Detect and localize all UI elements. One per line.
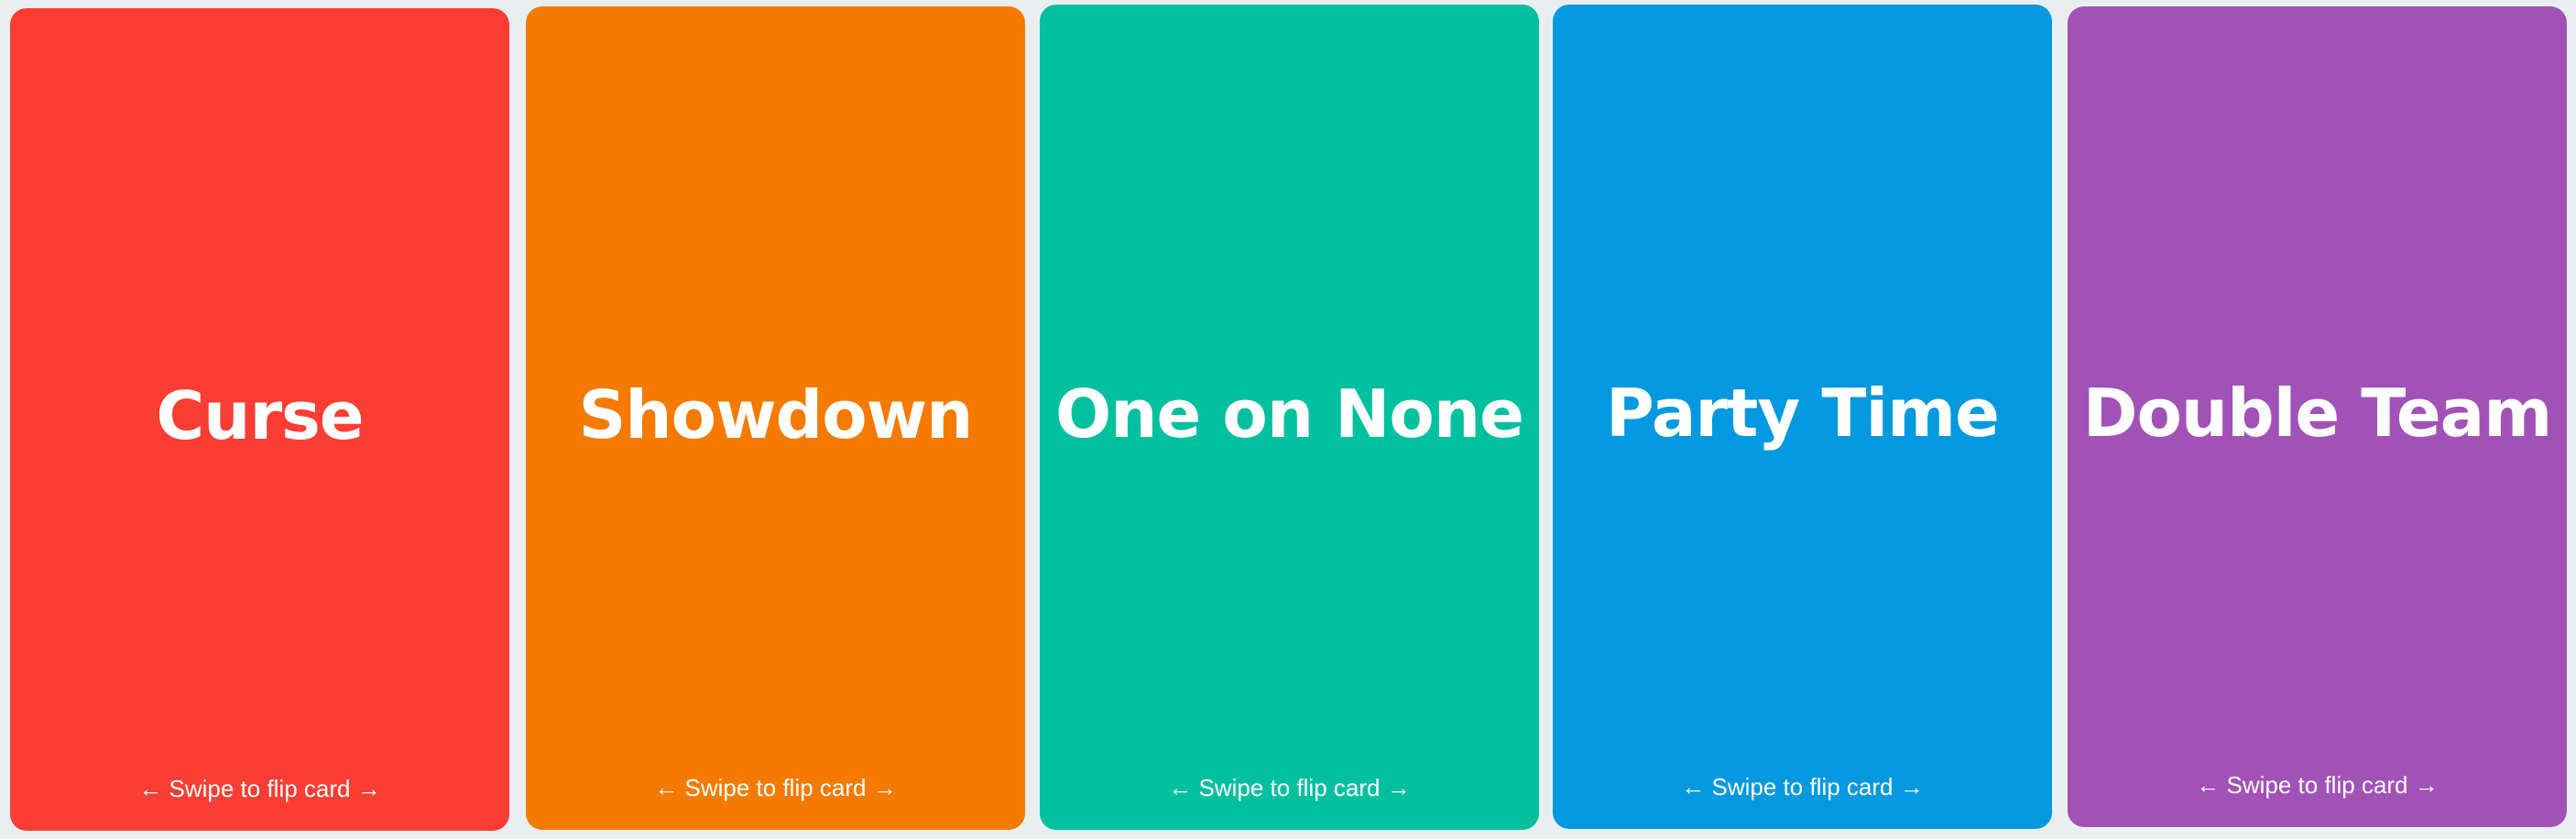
swipe-hint: ← Swipe to flip card →: [138, 775, 381, 802]
card-showdown[interactable]: Showdown ← Swipe to flip card →: [526, 6, 1025, 830]
card-title: One on None: [1055, 375, 1524, 452]
card-title: Showdown: [578, 376, 974, 453]
card-double-team[interactable]: Double Team ← Swipe to flip card →: [2068, 6, 2567, 827]
card-title: Party Time: [1606, 375, 2000, 452]
swipe-hint: ← Swipe to flip card →: [654, 774, 897, 801]
card-title: Curse: [156, 377, 364, 454]
card-one-on-none[interactable]: One on None ← Swipe to flip card →: [1040, 5, 1539, 830]
card-party-time[interactable]: Party Time ← Swipe to flip card →: [1553, 5, 2052, 829]
swipe-hint: ← Swipe to flip card →: [1681, 773, 1924, 801]
card-title: Double Team: [2082, 375, 2553, 452]
card-curse[interactable]: Curse ← Swipe to flip card →: [10, 8, 509, 831]
swipe-hint: ← Swipe to flip card →: [2196, 771, 2439, 799]
swipe-hint: ← Swipe to flip card →: [1168, 774, 1411, 801]
